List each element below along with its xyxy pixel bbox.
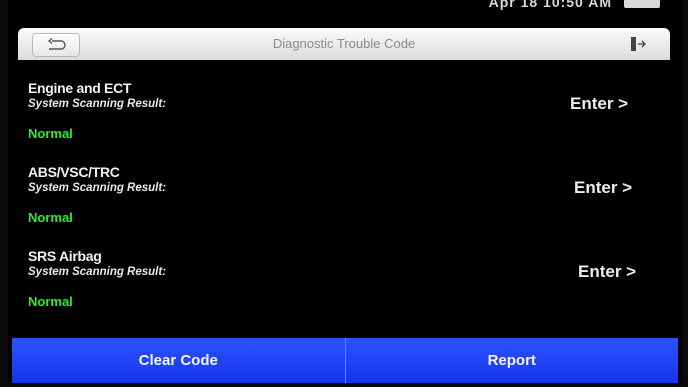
system-row-abs: ABS/VSC/TRC System Scanning Result: Norm… [8, 164, 682, 250]
battery-icon [624, 0, 660, 8]
enter-button[interactable]: Enter > [578, 262, 636, 282]
scan-status: Normal [28, 126, 73, 141]
system-row-srs: SRS Airbag System Scanning Result: Norma… [8, 248, 682, 334]
title-bar: Diagnostic Trouble Code [18, 28, 670, 60]
report-button[interactable]: Report [345, 338, 678, 383]
enter-button[interactable]: Enter > [570, 94, 628, 114]
clear-code-button[interactable]: Clear Code [12, 338, 345, 383]
app-screen: Apr 18 10:50 AM Diagnostic Trouble Code … [8, 0, 682, 383]
system-row-engine: Engine and ECT System Scanning Result: N… [8, 80, 682, 166]
exit-button[interactable] [624, 33, 652, 55]
scan-result-label: System Scanning Result: [28, 98, 167, 110]
system-name: Engine and ECT [28, 80, 132, 96]
exit-icon [631, 37, 646, 51]
system-name: SRS Airbag [28, 248, 102, 264]
scan-result-label: System Scanning Result: [28, 182, 167, 194]
scan-result-label: System Scanning Result: [28, 266, 167, 278]
scan-status: Normal [28, 210, 73, 225]
status-time: Apr 18 10:50 AM [488, 0, 612, 10]
enter-button[interactable]: Enter > [574, 178, 632, 198]
system-name: ABS/VSC/TRC [28, 164, 120, 180]
bottom-action-bar: Clear Code Report [12, 338, 678, 383]
scan-status: Normal [28, 294, 73, 309]
status-bar: Apr 18 10:50 AM [8, 0, 682, 28]
page-title: Diagnostic Trouble Code [272, 36, 416, 51]
